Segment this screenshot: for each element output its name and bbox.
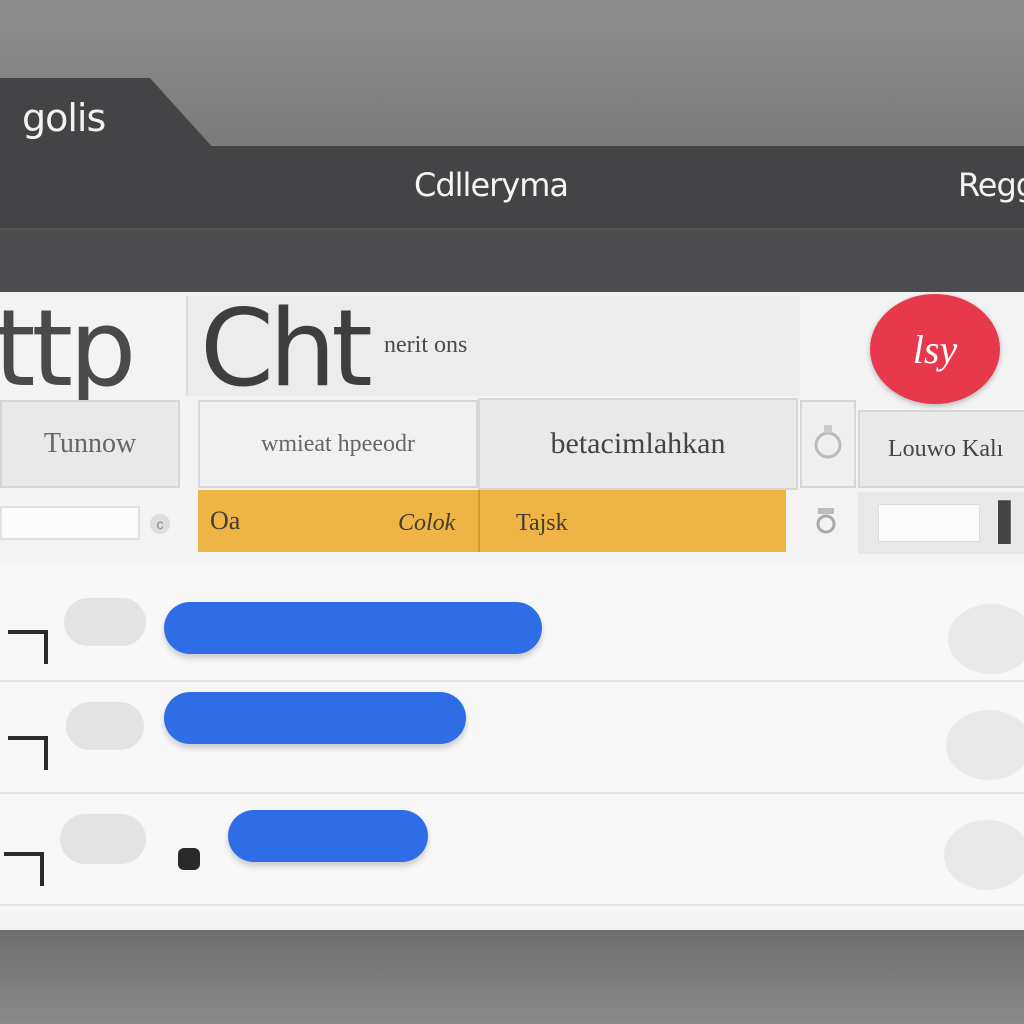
page-title: Cht <box>200 287 373 410</box>
list-item[interactable] <box>0 794 1024 906</box>
expand-icon[interactable] <box>8 736 48 770</box>
toolbar <box>0 228 1024 292</box>
row-toggle[interactable] <box>948 604 1024 674</box>
selected-row-col2: Colok <box>398 510 456 536</box>
avatar-icon <box>178 848 200 870</box>
expand-icon[interactable] <box>4 852 44 886</box>
selected-row[interactable] <box>198 490 786 552</box>
column-header-1[interactable]: Tunnow <box>0 400 180 488</box>
list-item[interactable] <box>0 682 1024 794</box>
progress-bar-2 <box>164 692 466 744</box>
column-header-2[interactable]: wmieat hpeeodr <box>198 400 478 488</box>
header-left-text: ttp <box>0 287 136 410</box>
clear-icon[interactable]: c <box>150 514 170 534</box>
column-header-4[interactable] <box>800 400 856 488</box>
status-chip <box>60 814 146 864</box>
results-list <box>0 564 1024 910</box>
badge-label: lsy <box>912 326 958 372</box>
row-action-marker: ▌ <box>998 500 1024 541</box>
list-item[interactable] <box>0 570 1024 682</box>
window-bottom-edge <box>0 930 1024 1024</box>
progress-bar-3 <box>228 810 428 862</box>
column-header-3[interactable]: betacimlahkan <box>478 398 798 490</box>
status-chip <box>66 702 144 750</box>
avatar <box>168 820 214 880</box>
row-action-panel: ▌ <box>858 492 1024 554</box>
lightbulb-icon <box>814 425 842 459</box>
user-icon[interactable] <box>806 500 846 544</box>
selected-row-col3: Tajsk <box>516 510 568 536</box>
row-action-field[interactable] <box>878 504 980 542</box>
selected-row-label: Oa <box>210 506 241 535</box>
notification-badge[interactable]: lsy <box>870 294 1000 404</box>
status-chip <box>64 598 146 646</box>
page-subtitle: nerit ons <box>384 332 468 358</box>
expand-icon[interactable] <box>8 630 48 664</box>
window-title: Cdlleryma <box>414 166 569 204</box>
row-divider <box>478 490 480 552</box>
tab-label[interactable]: golis <box>22 96 106 140</box>
column-header-5[interactable]: Louwo Kalı <box>858 410 1024 488</box>
filter-input[interactable] <box>0 506 140 540</box>
title-right-link[interactable]: Regg <box>958 166 1024 204</box>
progress-bar-1 <box>164 602 542 654</box>
row-toggle[interactable] <box>944 820 1024 890</box>
row-toggle[interactable] <box>946 710 1024 780</box>
